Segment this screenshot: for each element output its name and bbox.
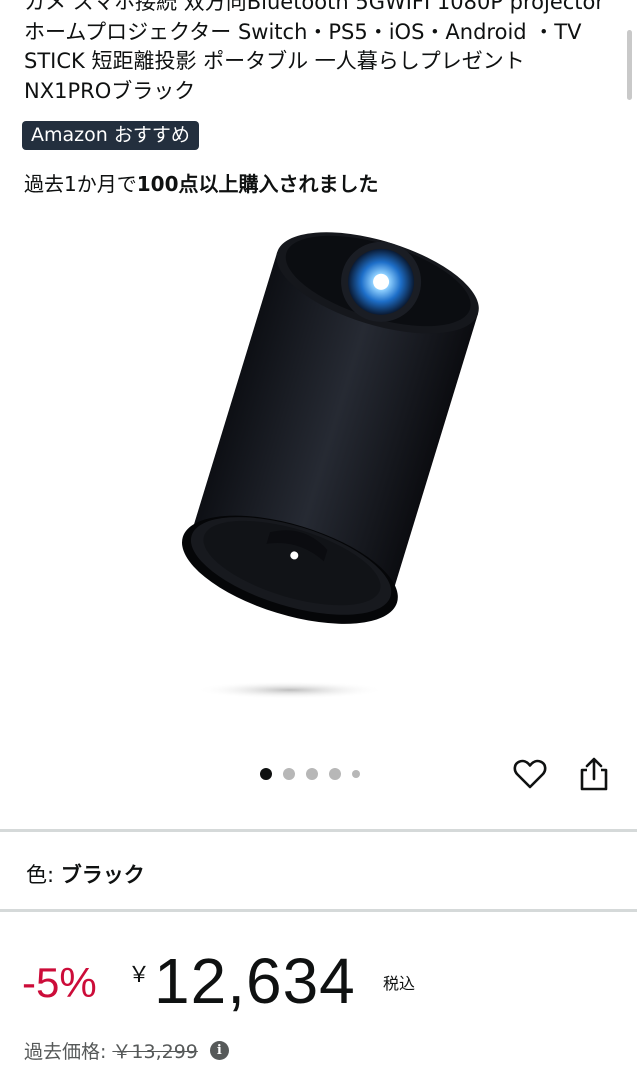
- heart-icon[interactable]: [513, 757, 547, 791]
- discount-percent: -5%: [22, 959, 97, 1006]
- list-price-label: 過去価格:: [24, 1041, 107, 1063]
- color-label: 色:: [26, 863, 55, 887]
- amazon-recommend-badge: Amazon おすすめ: [22, 121, 199, 150]
- purchase-count-prefix: 過去1か月で: [24, 172, 137, 196]
- carousel-dot[interactable]: [352, 770, 360, 778]
- purchase-count: 過去1か月で100点以上購入されました: [24, 170, 378, 198]
- color-selection[interactable]: 色: ブラック: [26, 860, 145, 890]
- currency-symbol: ￥: [128, 963, 151, 988]
- share-icon[interactable]: [578, 756, 610, 792]
- carousel-dot[interactable]: [306, 768, 318, 780]
- carousel-dot[interactable]: [260, 768, 272, 780]
- scrollbar[interactable]: [627, 30, 632, 100]
- info-icon[interactable]: i: [209, 1041, 229, 1060]
- image-carousel-dots: [260, 767, 360, 781]
- product-title: カメ スマホ接続 双方向Bluetooth 5GWIFI 1080P proje…: [24, 0, 605, 103]
- divider: [0, 829, 637, 832]
- product-image[interactable]: [150, 215, 490, 715]
- tax-included-label: 税込: [383, 974, 416, 993]
- list-price-value: ￥13,299: [112, 1041, 198, 1063]
- divider: [0, 909, 637, 912]
- purchase-count-value: 100点以上購入されました: [136, 172, 379, 196]
- carousel-dot[interactable]: [329, 768, 341, 780]
- carousel-dot[interactable]: [283, 768, 295, 780]
- list-price-row: 過去価格: ￥13,299 i: [24, 1037, 229, 1064]
- price-amount: 12,634: [154, 945, 356, 1017]
- color-value: ブラック: [60, 863, 145, 887]
